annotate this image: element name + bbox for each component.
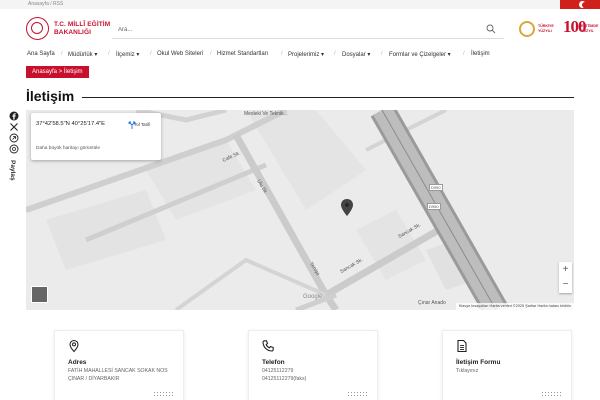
meb-emblem-inner	[31, 22, 43, 34]
address-title: Adres	[68, 359, 87, 366]
main-nav: Ana Sayfa / Müdürlük ▾ / İlçemiz ▾ / Oku…	[0, 51, 600, 63]
logo-line1: T.C. MİLLÎ EĞİTİM	[54, 21, 111, 28]
decorative-dots	[541, 391, 563, 397]
address-line2: ÇINAR / DİYARBAKIR	[68, 376, 120, 382]
site-header: T.C. MİLLÎ EĞİTİM BAKANLIĞI TÜRKİYE YÜZY…	[0, 9, 600, 51]
search-input[interactable]	[118, 24, 478, 36]
form-icon	[457, 339, 467, 353]
directions-icon	[128, 121, 136, 129]
email-icon[interactable]	[9, 144, 19, 154]
contact-form-link[interactable]: Tıklayınız	[456, 368, 478, 374]
facebook-icon[interactable]	[9, 111, 19, 121]
nav-item-mudurluk[interactable]: Müdürlük ▾	[68, 51, 97, 58]
nav-separator: /	[61, 51, 63, 57]
page-title: İletişim	[26, 88, 75, 104]
phone-icon	[262, 340, 274, 352]
top-bar: Anasayfa / RSS	[0, 0, 600, 9]
flag-crescent-cut	[582, 1, 588, 8]
contact-form-card[interactable]: İletişim Formu Tıklayınız	[442, 330, 572, 400]
map-info-card: 37°42'58.5"N 40°25'17.4"E Yol Tarifi Dah…	[31, 113, 161, 160]
map-label-d950: D950	[429, 184, 443, 191]
phone-title: Telefon	[262, 359, 285, 366]
map-attribution[interactable]: Klavye kısayolları Harita verileri ©2025…	[455, 303, 574, 310]
fax-number[interactable]: 04125112279(faks)	[262, 376, 306, 382]
nav-separator: /	[108, 51, 110, 57]
meb-emblem-icon[interactable]	[26, 17, 49, 40]
nav-item-formlar[interactable]: Formlar ve Çizelgeler ▾	[389, 51, 451, 58]
nav-item-hizmet-standartlari[interactable]: Hizmet Standartları	[217, 51, 268, 57]
contact-cards: Adres FATİH MAHALLESİ SANCAK SOKAK NOS Ç…	[0, 330, 600, 400]
phone-card: Telefon 04125112279 04125112279(faks)	[248, 330, 378, 400]
nav-item-iletisim[interactable]: İletişim	[471, 51, 490, 57]
linkedin-icon[interactable]	[9, 133, 19, 143]
google-logo: Google	[303, 294, 323, 300]
zoom-out-button[interactable]: −	[559, 277, 572, 292]
top-crumbs[interactable]: Anasayfa / RSS	[28, 1, 63, 7]
nav-separator: /	[210, 51, 212, 57]
map-type-thumbnail[interactable]	[31, 286, 48, 303]
address-card: Adres FATİH MAHALLESİ SANCAK SOKAK NOS Ç…	[54, 330, 184, 400]
nav-separator: /	[463, 51, 465, 57]
decorative-dots	[153, 391, 175, 397]
bigger-map-link[interactable]: Daha büyük haritayı görüntüle	[36, 146, 100, 151]
decorative-dots	[347, 391, 369, 397]
meb-logo-text[interactable]: T.C. MİLLÎ EĞİTİM BAKANLIĞI	[54, 21, 110, 37]
address-line1: FATİH MAHALLESİ SANCAK SOKAK NOS	[68, 368, 168, 374]
search-bar	[112, 21, 504, 39]
map-label-cinar: Çınar Anado	[418, 300, 446, 306]
nav-item-ana-sayfa[interactable]: Ana Sayfa	[27, 51, 55, 57]
title-divider	[82, 97, 574, 98]
logo-line2: BAKANLIĞI	[54, 29, 92, 36]
map-zoom-control: + −	[559, 262, 572, 293]
zoom-in-button[interactable]: +	[559, 262, 572, 277]
nav-item-projelerimiz[interactable]: Projelerimiz ▾	[288, 51, 324, 58]
map-label-school: Mesleki Ve Teknik...	[244, 111, 288, 117]
nav-separator: /	[150, 51, 152, 57]
map-coordinates: 37°42'58.5"N 40°25'17.4"E	[36, 121, 105, 127]
search-icon[interactable]	[486, 24, 496, 34]
turkiye-yuzyili-icon[interactable]	[519, 21, 535, 37]
google-map[interactable]: Mesleki Ve Teknik... Cafe Sk. Ulu Sk. Sa…	[26, 110, 574, 310]
nav-item-okul-web-siteleri[interactable]: Okul Web Siteleri	[157, 51, 203, 57]
turkiye-yuzyili-text: TÜRKİYE YÜZYILI	[538, 24, 554, 33]
directions-button[interactable]: Yol Tarifi	[127, 120, 157, 129]
nav-separator: /	[381, 51, 383, 57]
x-twitter-icon[interactable]	[9, 122, 19, 132]
egitimde-yuzyil-text: EĞİTİMDE YÜZYIL	[581, 24, 599, 33]
turkish-flag	[560, 0, 600, 9]
breadcrumb[interactable]: Anasayfa > İletişim	[26, 66, 89, 78]
nav-separator: /	[281, 51, 283, 57]
contact-form-title: İletişim Formu	[456, 359, 501, 366]
nav-separator: /	[334, 51, 336, 57]
location-pin-icon	[69, 339, 79, 353]
nav-item-dosyalar[interactable]: Dosyalar ▾	[342, 51, 370, 58]
phone-number[interactable]: 04125112279	[262, 368, 293, 374]
nav-item-ilcemiz[interactable]: İlçemiz ▾	[116, 51, 139, 58]
map-label-d950: D950	[427, 203, 441, 210]
share-label: Paylaş	[9, 160, 16, 181]
